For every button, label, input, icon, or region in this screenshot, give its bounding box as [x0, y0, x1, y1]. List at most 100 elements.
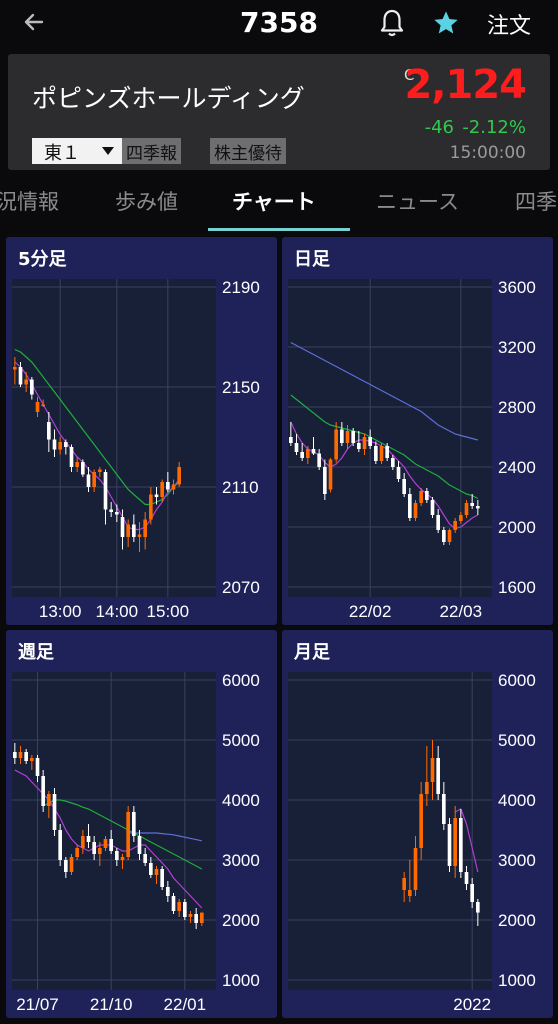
candle-body — [52, 794, 57, 830]
bell-icon[interactable] — [378, 8, 406, 38]
candle-body — [103, 472, 108, 510]
chart-panel-monthly[interactable]: 2022 6000 5000 4000 3000 2000 1000 月足 — [282, 630, 553, 1018]
candle-body — [379, 446, 384, 461]
candle-body — [453, 818, 457, 866]
candle-body — [126, 812, 130, 857]
tab-shikiho[interactable]: 四季 — [515, 186, 557, 216]
x-tick-label: 15:00 — [147, 602, 190, 621]
active-tab-indicator — [208, 228, 350, 231]
candle-body — [47, 794, 51, 806]
y-tick-label: 1000 — [498, 971, 536, 990]
chart-daily: 22/02 22/03 3600 3200 2800 2400 2000 1600 — [288, 278, 536, 621]
candle-body — [120, 857, 125, 860]
tab-tick-history[interactable]: 歩み値 — [115, 186, 178, 216]
candle-body — [35, 402, 40, 412]
x-tick-label: 22/03 — [440, 602, 483, 621]
candle-body — [81, 462, 85, 475]
chart-panel-5min[interactable]: 13:00 14:00 15:00 2190 2150 2110 2070 5分足 — [6, 237, 277, 625]
y-tick-label: 2110 — [222, 478, 259, 497]
candle-body — [436, 515, 440, 530]
y-tick-label: 5000 — [222, 731, 260, 750]
plot-area — [288, 279, 492, 597]
candle-body — [476, 902, 480, 913]
back-arrow-icon[interactable] — [22, 10, 46, 34]
candle-body — [81, 836, 85, 848]
market-select-value: 東１ — [44, 143, 80, 164]
candle-body — [459, 515, 463, 521]
shareholder-benefit-button[interactable]: 株主優待 — [210, 138, 286, 164]
candle-body — [64, 442, 68, 447]
candle-body — [41, 776, 45, 806]
candle-body — [98, 469, 102, 472]
candle-body — [419, 491, 423, 503]
candle-body — [357, 443, 361, 449]
candle-body — [86, 836, 91, 842]
y-tick-label: 6000 — [498, 671, 536, 690]
candle-body — [453, 521, 457, 530]
market-select[interactable]: 東１ — [32, 138, 122, 164]
y-tick-label: 2400 — [498, 458, 536, 477]
tab-market-info[interactable]: 況情報 — [0, 186, 59, 216]
chart-title: 週足 — [18, 642, 54, 663]
candle-body — [430, 500, 435, 515]
stock-summary-card: ポピンズホールディング 東１ 四季報 株主優待 C 2,124 -46 -2.1… — [8, 54, 550, 170]
candle-body — [58, 830, 62, 860]
order-button[interactable]: 注文 — [487, 8, 531, 40]
candle-body — [402, 878, 406, 890]
candle-body — [120, 517, 125, 537]
x-tick-label: 2022 — [453, 995, 491, 1014]
candle-body — [69, 857, 74, 872]
candle-body — [115, 851, 119, 860]
y-tick-label: 3000 — [498, 851, 536, 870]
current-price: 2,124 — [404, 62, 527, 108]
tab-news[interactable]: ニュース — [376, 186, 459, 216]
y-tick-label: 4000 — [222, 791, 260, 810]
candle-body — [160, 482, 164, 497]
candle-body — [41, 404, 45, 406]
candle-body — [300, 452, 304, 458]
shikiho-button[interactable]: 四季報 — [122, 138, 181, 164]
candle-body — [143, 519, 147, 537]
y-tick-label: 3000 — [222, 851, 260, 870]
y-tick-label: 1000 — [222, 971, 260, 990]
candle-body — [345, 431, 350, 443]
candle-body — [18, 367, 23, 385]
candle-body — [408, 494, 412, 518]
chart-title: 5分足 — [18, 249, 67, 270]
star-icon[interactable] — [432, 9, 460, 37]
candle-body — [436, 758, 440, 794]
y-tick-label: 2000 — [222, 911, 260, 930]
plot-area — [12, 672, 216, 990]
candle-body — [328, 459, 333, 490]
candle-body — [177, 467, 181, 485]
chart-panel-weekly[interactable]: 21/07 21/10 22/01 6000 5000 4000 3000 2000 1000 … — [6, 630, 277, 1018]
candle-body — [24, 379, 28, 385]
chevron-down-icon — [102, 147, 114, 155]
price-change: -46 — [424, 117, 454, 138]
candle-body — [13, 367, 17, 370]
top-bar: 7358 注文 — [0, 0, 558, 48]
candle-body — [47, 422, 51, 440]
candle-body — [109, 839, 113, 851]
candle-body — [58, 442, 62, 450]
candle-body — [425, 782, 429, 794]
candle-body — [92, 472, 96, 487]
x-tick-label: 21/07 — [16, 995, 59, 1014]
y-tick-label: 2150 — [222, 378, 260, 397]
candle-body — [413, 848, 418, 890]
y-tick-label: 5000 — [498, 731, 536, 750]
candle-body — [13, 752, 17, 758]
y-tick-label: 2800 — [498, 398, 536, 417]
tab-bar: 況情報 歩み値 チャート ニュース 四季 — [0, 186, 558, 232]
candle-body — [368, 437, 372, 446]
y-tick-label: 2000 — [498, 911, 536, 930]
tab-chart[interactable]: チャート — [232, 186, 316, 216]
chart-panel-daily[interactable]: 22/02 22/03 3600 3200 2800 2400 2000 1600 日足 — [282, 237, 553, 625]
candle-body — [425, 491, 429, 500]
candle-body — [374, 446, 378, 461]
x-tick-label: 14:00 — [96, 602, 139, 621]
candle-body — [340, 429, 344, 443]
candle-body — [75, 462, 79, 467]
y-tick-label: 3600 — [498, 278, 536, 297]
y-tick-label: 2000 — [498, 518, 536, 537]
